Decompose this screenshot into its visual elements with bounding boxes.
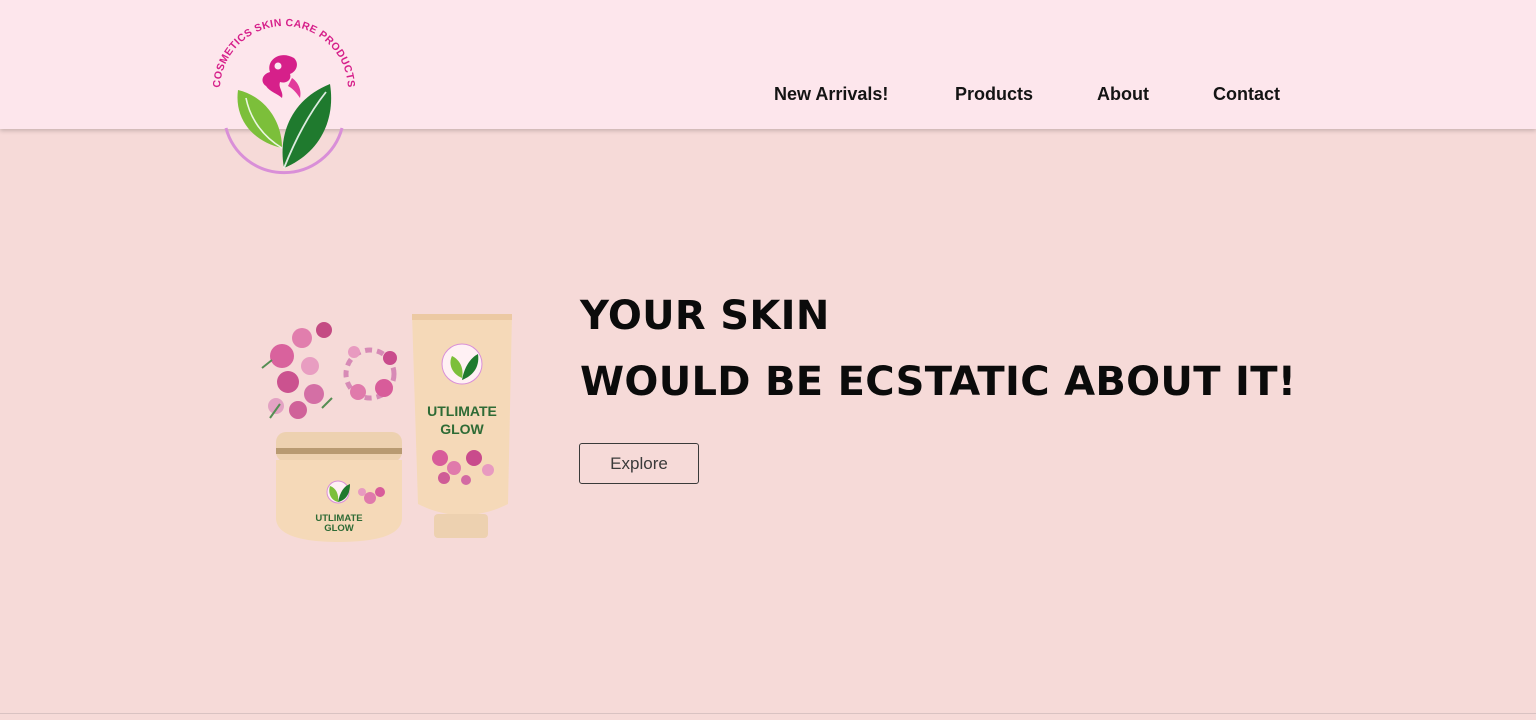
flower-decoration-icon: [261, 322, 397, 419]
tube-label-line2: GLOW: [440, 421, 484, 437]
jar-label-line2: GLOW: [324, 523, 354, 534]
cream-tube: UTLIMATE GLOW: [412, 314, 512, 538]
nav-about[interactable]: About: [1097, 84, 1149, 105]
explore-button[interactable]: Explore: [579, 443, 699, 484]
brand-logo[interactable]: COSMETICS SKIN CARE PRODUCTS: [208, 18, 360, 184]
nav-contact[interactable]: Contact: [1213, 84, 1280, 105]
tube-label-line1: UTLIMATE: [427, 403, 497, 419]
product-image: UTLIMATE GLOW UTLIMATE GLOW: [261, 314, 512, 542]
leaf-icon: [237, 84, 332, 169]
page-divider: [0, 713, 1536, 714]
headline-line-2: WOULD BE ECSTATIC ABOUT IT!: [580, 359, 1297, 405]
headline-line-1: YOUR SKIN: [580, 293, 830, 339]
nav-products[interactable]: Products: [955, 84, 1033, 105]
nav-new-arrivals[interactable]: New Arrivals!: [774, 84, 888, 105]
woman-face-icon: [262, 55, 301, 98]
cream-jar: UTLIMATE GLOW: [276, 432, 402, 542]
